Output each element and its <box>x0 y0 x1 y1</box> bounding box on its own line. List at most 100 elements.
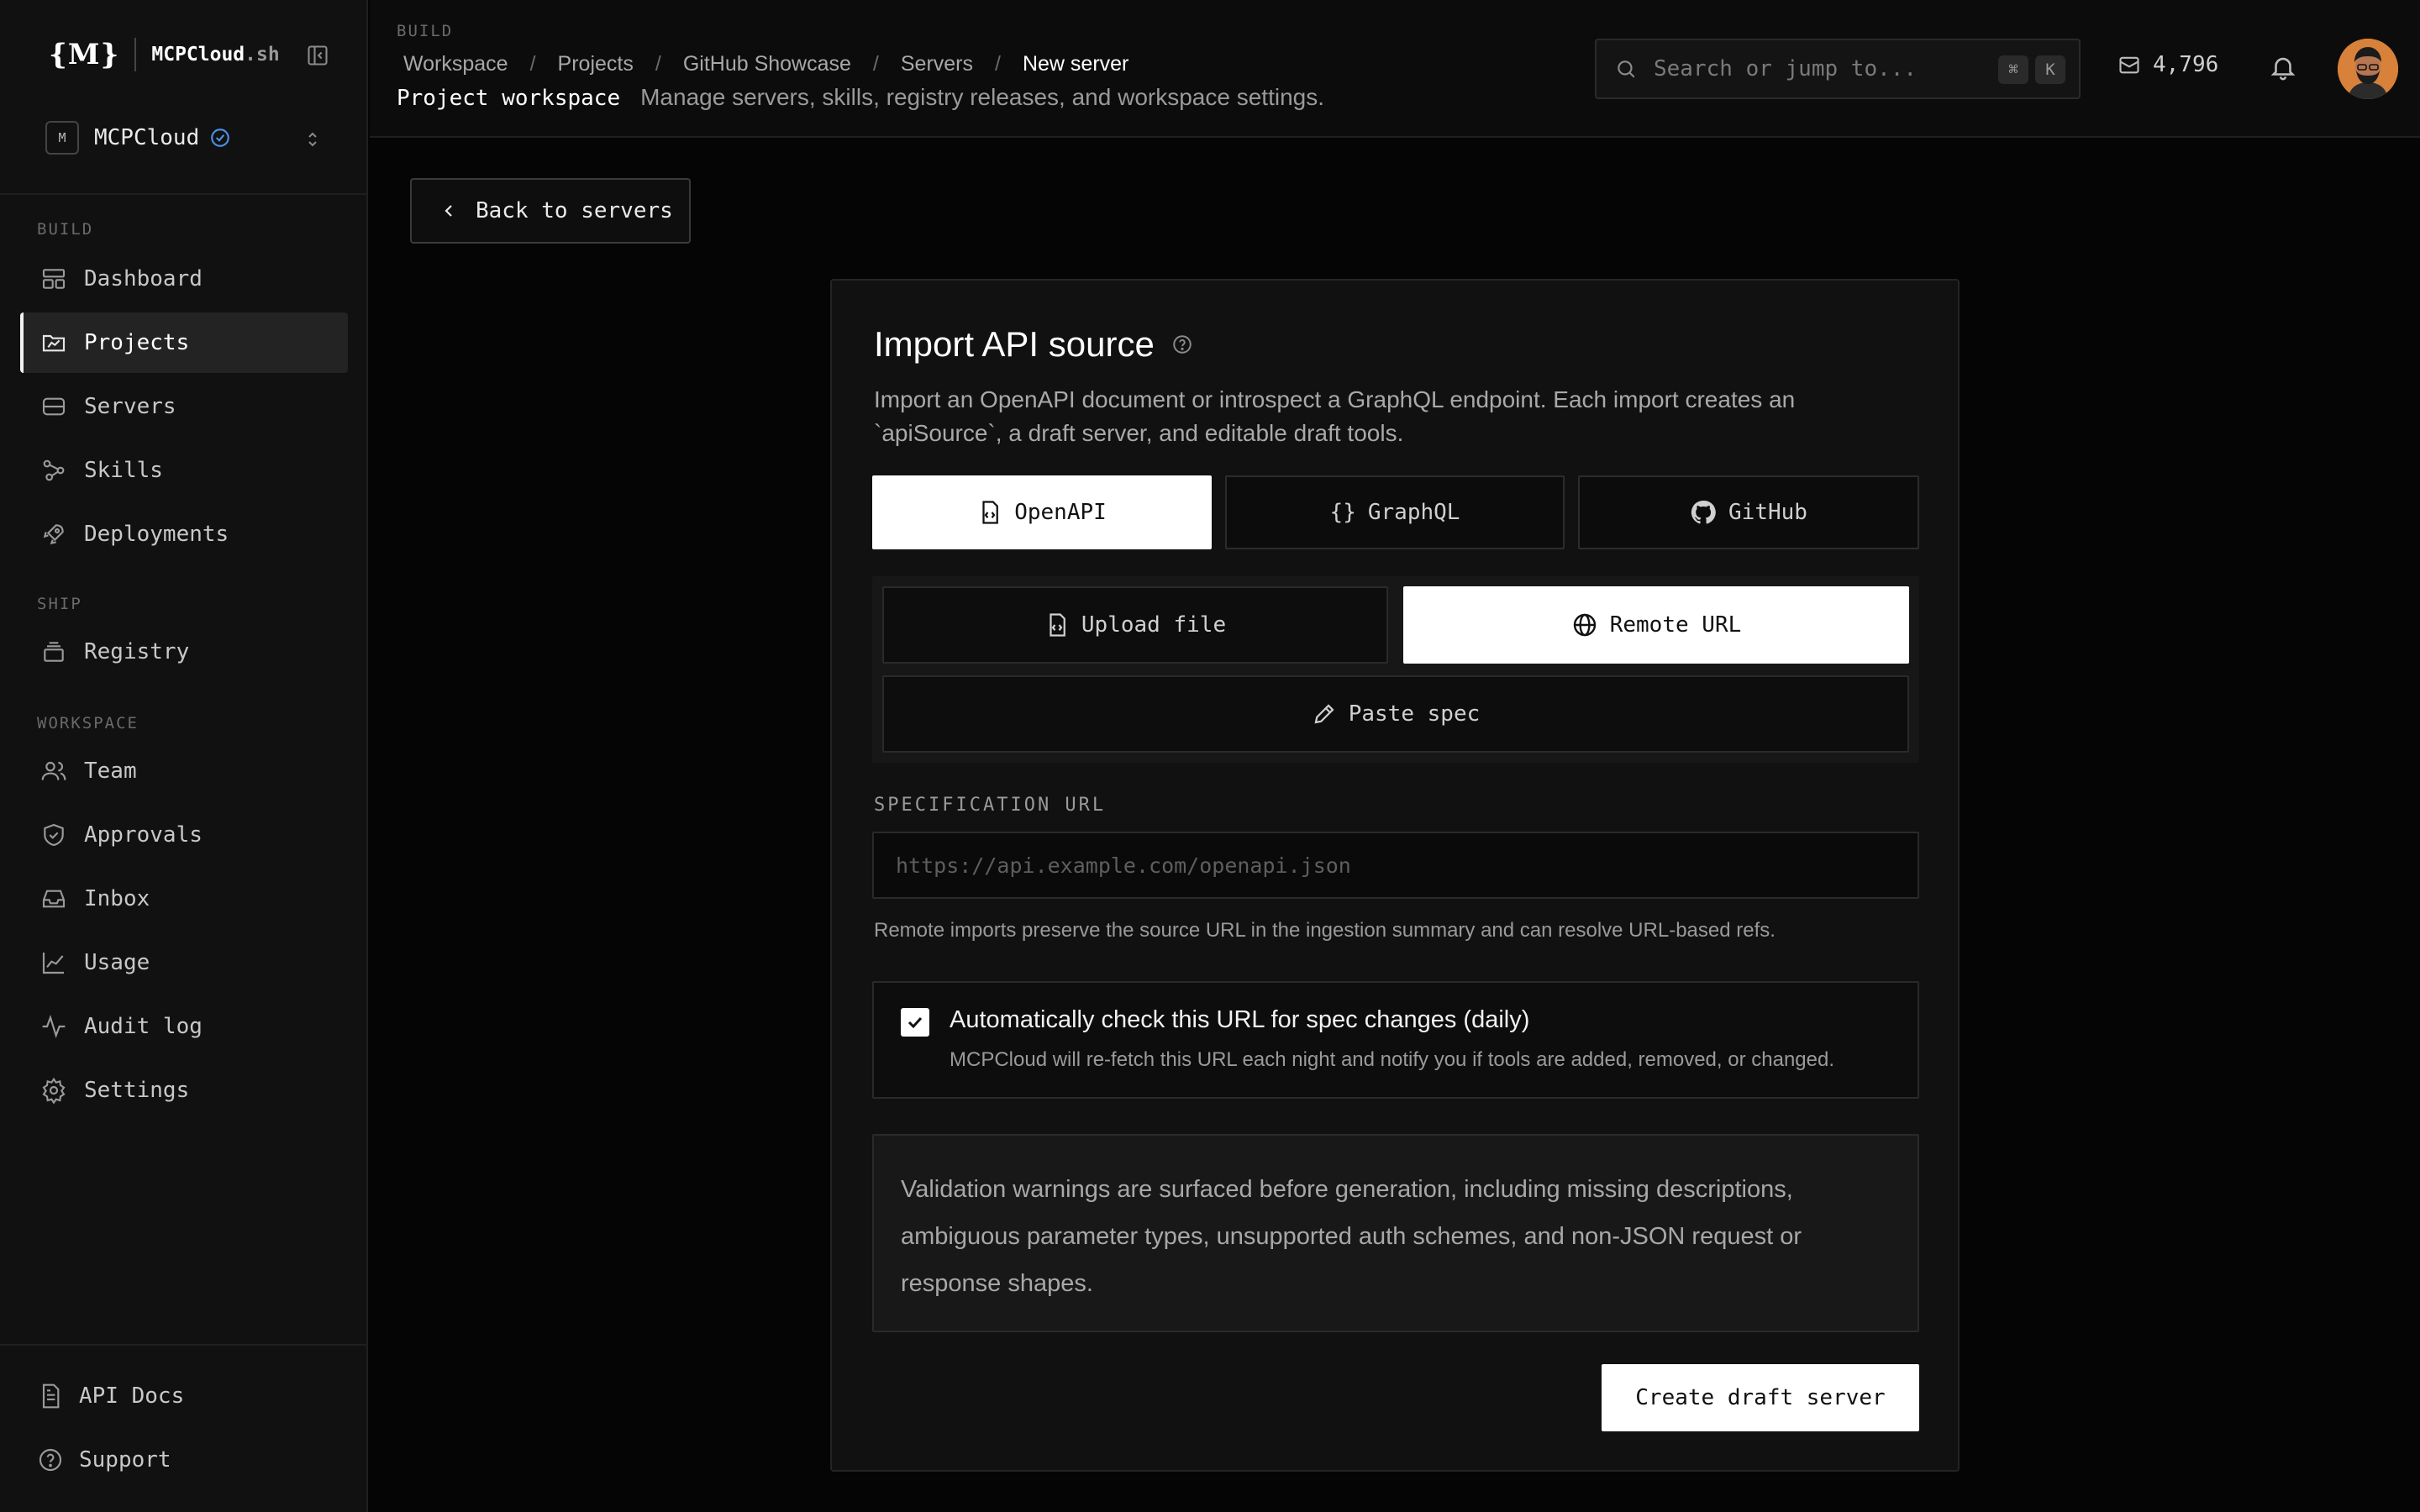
section-label-workspace: WORKSPACE <box>37 714 139 732</box>
breadcrumb-github-showcase[interactable]: GitHub Showcase <box>683 52 851 76</box>
section-label-ship: SHIP <box>37 595 82 613</box>
input-mode-upload-file[interactable]: Upload file <box>882 586 1388 664</box>
sidebar-item-deployments[interactable]: Deployments <box>20 504 348 564</box>
credits-balance[interactable]: 4,796 <box>2118 52 2218 77</box>
sidebar-item-dashboard[interactable]: Dashboard <box>20 249 348 309</box>
breadcrumb-separator: / <box>995 52 1001 76</box>
breadcrumb-workspace[interactable]: Workspace <box>403 52 508 76</box>
search-placeholder: Search or jump to... <box>1654 56 1918 81</box>
shortcut-key-cmd: ⌘ <box>1998 55 2028 84</box>
input-mode-remote-url[interactable]: Remote URL <box>1403 586 1909 664</box>
chart-icon <box>42 953 64 974</box>
sidebar-item-label: Approvals <box>84 822 203 848</box>
auto-check-subtitle: MCPCloud will re-fetch this URL each nig… <box>950 1048 1834 1071</box>
search-input[interactable]: Search or jump to... ⌘ K <box>1595 39 2081 99</box>
brand-name: MCPCloud.sh <box>151 44 280 66</box>
auto-check-checkbox[interactable] <box>901 1008 929 1037</box>
brand-logo[interactable]: {M} MCPCloud.sh <box>49 35 280 74</box>
card-header: Import API source <box>874 324 1193 365</box>
footer-label: API Docs <box>79 1383 185 1409</box>
github-icon <box>1691 500 1716 524</box>
sidebar-item-label: Registry <box>84 639 190 664</box>
workspace-name: MCPCloud <box>94 125 200 150</box>
sidebar-item-approvals[interactable]: Approvals <box>20 805 348 865</box>
search-icon <box>1618 60 1635 78</box>
section-label-build: BUILD <box>37 220 94 239</box>
rocket-icon <box>43 524 64 545</box>
breadcrumb-servers[interactable]: Servers <box>901 52 973 76</box>
page-heading: Project workspace Manage servers, skills… <box>397 84 1324 111</box>
help-icon <box>39 1448 62 1472</box>
spec-url-hint: Remote imports preserve the source URL i… <box>874 919 1776 942</box>
back-button-label: Back to servers <box>476 198 673 223</box>
source-type-graphql[interactable]: {} GraphQL <box>1225 475 1565 549</box>
breadcrumb-separator: / <box>529 52 536 76</box>
sidebar-collapse-icon[interactable] <box>306 44 329 67</box>
server-icon <box>42 397 66 416</box>
sidebar-item-registry[interactable]: Registry <box>20 622 348 682</box>
input-mode-label: Remote URL <box>1609 612 1742 638</box>
source-type-openapi[interactable]: OpenAPI <box>872 475 1212 549</box>
footer-label: Support <box>79 1447 171 1473</box>
user-avatar-image <box>2338 39 2398 99</box>
sidebar-footer-support[interactable]: Support <box>37 1435 339 1485</box>
input-mode-label: Upload file <box>1081 612 1227 638</box>
sidebar-item-projects[interactable]: Projects <box>20 312 348 373</box>
create-draft-server-button[interactable]: Create draft server <box>1602 1364 1919 1431</box>
file-code-icon <box>982 501 999 524</box>
checkmark-icon <box>908 1016 923 1029</box>
sidebar-item-skills[interactable]: Skills <box>20 440 348 501</box>
sidebar: {M} MCPCloud.sh M MCPCloud BUILD Dashboa… <box>0 0 368 1512</box>
back-to-servers-button[interactable]: Back to servers <box>410 178 691 244</box>
input-mode-group: Upload file Remote URL Paste spec <box>872 576 1919 763</box>
sidebar-footer-divider <box>0 1344 368 1346</box>
sidebar-divider <box>0 193 368 195</box>
topbar: BUILD Workspace / Projects / GitHub Show… <box>370 0 2420 138</box>
page-title: Project workspace <box>397 86 621 111</box>
sidebar-footer-api-docs[interactable]: API Docs <box>37 1371 339 1421</box>
workspace-switcher[interactable]: M MCPCloud <box>45 121 323 155</box>
sidebar-item-settings[interactable]: Settings <box>20 1060 348 1121</box>
breadcrumb: Workspace / Projects / GitHub Showcase /… <box>403 52 1128 76</box>
source-type-github[interactable]: GitHub <box>1578 475 1919 549</box>
sidebar-item-label: Inbox <box>84 886 150 911</box>
input-mode-paste-spec[interactable]: Paste spec <box>882 675 1909 753</box>
sidebar-item-audit-log[interactable]: Audit log <box>20 996 348 1057</box>
spec-url-input[interactable] <box>872 832 1919 899</box>
chevrons-up-down-icon <box>308 132 317 147</box>
dashboard-icon <box>42 269 66 289</box>
info-help-icon[interactable] <box>1171 333 1193 355</box>
registry-icon <box>44 642 64 662</box>
sidebar-item-team[interactable]: Team <box>20 741 348 801</box>
source-type-label: GraphQL <box>1367 500 1460 525</box>
sidebar-item-label: Skills <box>84 458 163 483</box>
doc-icon <box>42 1383 60 1409</box>
sidebar-item-usage[interactable]: Usage <box>20 932 348 993</box>
auto-check-title: Automatically check this URL for spec ch… <box>950 1006 1530 1033</box>
braces-icon: {} <box>1329 500 1356 525</box>
input-mode-label: Paste spec <box>1348 701 1481 727</box>
card-title: Import API source <box>874 324 1155 364</box>
bell-icon[interactable] <box>2269 52 2297 82</box>
shortcut-key-k: K <box>2035 55 2065 84</box>
brand-divider <box>134 38 137 71</box>
folder-icon <box>42 334 66 352</box>
card-description: Import an OpenAPI document or introspect… <box>874 386 1796 446</box>
sidebar-item-label: Audit log <box>84 1014 203 1039</box>
shield-check-icon <box>44 823 64 847</box>
sidebar-item-label: Servers <box>84 394 176 419</box>
sidebar-item-label: Settings <box>84 1078 190 1103</box>
user-avatar[interactable] <box>2338 39 2398 99</box>
breadcrumb-projects[interactable]: Projects <box>558 52 634 76</box>
sidebar-item-inbox[interactable]: Inbox <box>20 869 348 929</box>
spec-url-label: SPECIFICATION URL <box>874 795 1107 816</box>
auto-check-option[interactable]: Automatically check this URL for spec ch… <box>872 981 1919 1099</box>
wallet-icon <box>2119 56 2139 74</box>
sidebar-item-label: Usage <box>84 950 150 975</box>
sidebar-item-label: Dashboard <box>84 266 203 291</box>
search-shortcut: ⌘ K <box>1998 55 2065 84</box>
gear-icon <box>42 1077 66 1104</box>
sidebar-item-label: Deployments <box>84 522 229 547</box>
brand-mark: {M} <box>49 38 120 71</box>
sidebar-item-servers[interactable]: Servers <box>20 376 348 437</box>
